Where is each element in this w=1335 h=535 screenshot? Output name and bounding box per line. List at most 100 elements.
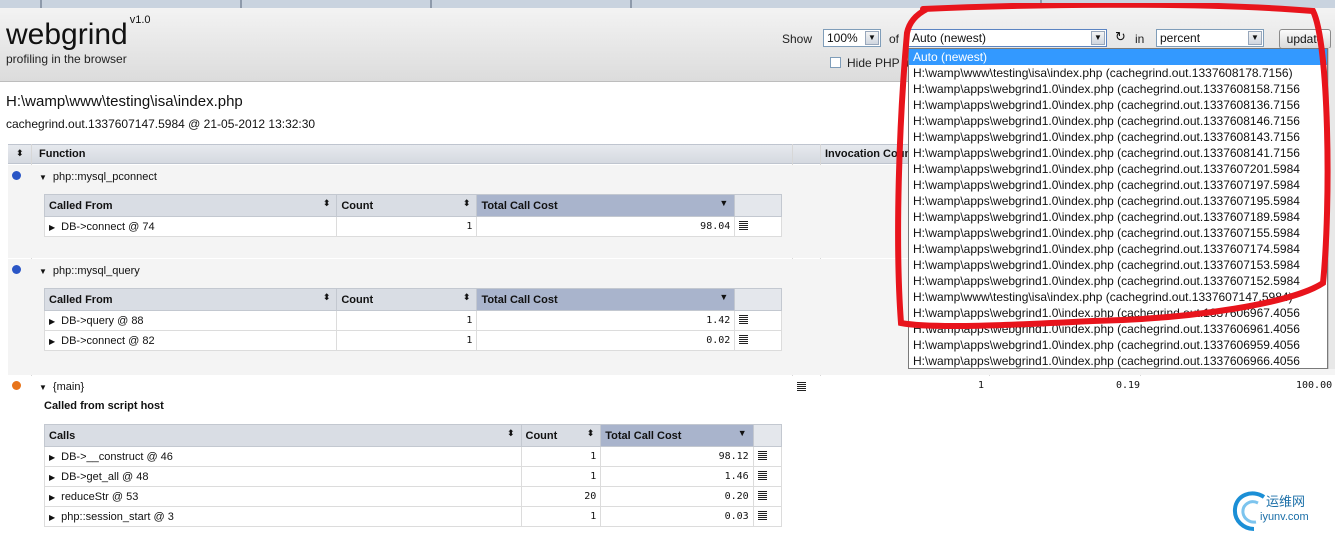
dropdown-option[interactable]: H:\wamp\apps\webgrind1.0\index.php (cach… — [909, 305, 1327, 321]
called-from-header[interactable]: Called From ⬍ — [43, 288, 338, 311]
caller-cell[interactable]: ▶ DB->query @ 88 — [43, 310, 338, 331]
calls-table: Calls ⬍ Count ⬍ Total Call Cost ▼ ▶ DB->__co… — [44, 424, 783, 527]
header-spacer — [734, 288, 782, 311]
dropdown-option[interactable]: H:\wamp\apps\webgrind1.0\index.php (cach… — [909, 337, 1327, 353]
table-row[interactable]: ▶ DB->__construct @ 46 1 98.12 — [44, 446, 783, 467]
expand-arrow-icon: ▶ — [49, 222, 56, 232]
table-row[interactable]: ▶ DB->get_all @ 48 1 1.46 — [44, 466, 783, 487]
table-row[interactable]: ▶ DB->connect @ 82 1 0.02 — [43, 330, 782, 351]
dropdown-option[interactable]: Auto (newest) — [909, 49, 1327, 65]
view-source-icon — [757, 450, 767, 460]
dropdown-option[interactable]: H:\wamp\apps\webgrind1.0\index.php (cach… — [909, 273, 1327, 289]
view-source-cell[interactable] — [734, 310, 782, 331]
dropdown-option[interactable]: H:\wamp\apps\webgrind1.0\index.php (cach… — [909, 81, 1327, 97]
view-source-icon — [757, 510, 767, 520]
count-header[interactable]: Count ⬍ — [336, 194, 478, 217]
caller-cell[interactable]: ▶ DB->connect @ 82 — [43, 330, 338, 351]
self-cost-value: 0.19 — [1116, 380, 1141, 391]
update-button[interactable]: update — [1279, 29, 1331, 49]
refresh-icon[interactable]: ↻ — [1115, 29, 1126, 45]
function-name[interactable]: ▼ php::mysql_pconnect — [39, 171, 157, 183]
count-header[interactable]: Count ⬍ — [520, 424, 602, 447]
dropdown-option[interactable]: H:\wamp\apps\webgrind1.0\index.php (cach… — [909, 209, 1327, 225]
dropdown-option[interactable]: H:\wamp\apps\webgrind1.0\index.php (cach… — [909, 113, 1327, 129]
callee-cell[interactable]: ▶ DB->__construct @ 46 — [44, 446, 522, 467]
view-source-cell[interactable] — [752, 506, 783, 527]
total-call-cost-header[interactable]: Total Call Cost ▼ — [476, 288, 736, 311]
count-cell: 1 — [520, 466, 602, 487]
view-source-icon[interactable] — [797, 382, 806, 391]
function-column-header[interactable]: Function — [39, 148, 85, 160]
total-call-cost-header[interactable]: Total Call Cost ▼ — [600, 424, 754, 447]
file-path: H:\wamp\www\testing\isa\index.php — [6, 93, 243, 110]
callee-cell[interactable]: ▶ php::session_start @ 3 — [44, 506, 522, 527]
tab-divider — [630, 0, 632, 8]
count-cell: 1 — [520, 506, 602, 527]
count-header[interactable]: Count ⬍ — [336, 288, 478, 311]
version-label: v1.0 — [129, 14, 151, 26]
unit-select[interactable]: percent ▼ — [1156, 29, 1264, 47]
invocation-count-column-header[interactable]: Invocation Count — [825, 148, 915, 160]
callee-cell[interactable]: ▶ reduceStr @ 53 — [44, 486, 522, 507]
cost-cell: 98.04 — [476, 216, 736, 237]
function-row[interactable]: ▼ {main} 1 0.19 100.00 Called from script… — [8, 376, 1335, 535]
cost-cell: 1.42 — [476, 310, 736, 331]
invocation-count-value: 1 — [978, 380, 985, 391]
chevron-down-icon: ▼ — [865, 31, 879, 45]
table-row[interactable]: ▶ php::session_start @ 3 1 0.03 — [44, 506, 783, 527]
total-call-cost-header[interactable]: Total Call Cost ▼ — [476, 194, 736, 217]
view-source-icon — [739, 334, 749, 344]
view-source-cell[interactable] — [752, 466, 783, 487]
show-select[interactable]: 100% ▼ — [823, 29, 881, 47]
callee-cell[interactable]: ▶ DB->get_all @ 48 — [44, 466, 522, 487]
sort-icon[interactable]: ⬍ — [16, 148, 24, 159]
expand-arrow-icon: ▶ — [49, 336, 56, 346]
count-cell: 1 — [520, 446, 602, 467]
view-source-cell[interactable] — [734, 330, 782, 351]
dropdown-option[interactable]: H:\wamp\apps\webgrind1.0\index.php (cach… — [909, 161, 1327, 177]
dropdown-option[interactable]: H:\wamp\apps\webgrind1.0\index.php (cach… — [909, 177, 1327, 193]
dropdown-option[interactable]: H:\wamp\www\testing\isa\index.php (cache… — [909, 65, 1327, 81]
dropdown-option[interactable]: H:\wamp\apps\webgrind1.0\index.php (cach… — [909, 257, 1327, 273]
dropdown-option[interactable]: H:\wamp\apps\webgrind1.0\index.php (cach… — [909, 97, 1327, 113]
caller-cell[interactable]: ▶ DB->connect @ 74 — [43, 216, 338, 237]
dropdown-option[interactable]: H:\wamp\apps\webgrind1.0\index.php (cach… — [909, 225, 1327, 241]
cost-cell: 0.20 — [600, 486, 754, 507]
sort-desc-icon: ▼ — [719, 198, 729, 208]
view-source-cell[interactable] — [752, 446, 783, 467]
file-select[interactable]: Auto (newest) ▼ — [908, 29, 1107, 47]
sort-icon: ⬍ — [506, 428, 515, 438]
cost-cell: 0.02 — [476, 330, 736, 351]
called-from-header[interactable]: Called From ⬍ — [43, 194, 338, 217]
view-source-cell[interactable] — [734, 216, 782, 237]
hide-php-checkbox[interactable] — [830, 57, 841, 68]
view-source-icon — [757, 470, 767, 480]
table-row[interactable]: ▶ DB->query @ 88 1 1.42 — [43, 310, 782, 331]
dropdown-option[interactable]: H:\wamp\apps\webgrind1.0\index.php (cach… — [909, 321, 1327, 337]
tab-divider — [1040, 0, 1042, 8]
sort-icon: ⬍ — [586, 428, 595, 438]
dropdown-option[interactable]: H:\wamp\apps\webgrind1.0\index.php (cach… — [909, 193, 1327, 209]
calls-header[interactable]: Calls ⬍ — [44, 424, 522, 447]
function-name[interactable]: ▼ php::mysql_query — [39, 265, 140, 277]
table-row[interactable]: ▶ reduceStr @ 53 20 0.20 — [44, 486, 783, 507]
file-dropdown-list[interactable]: Auto (newest) H:\wamp\www\testing\isa\in… — [908, 48, 1328, 369]
count-cell: 20 — [520, 486, 602, 507]
dropdown-option[interactable]: H:\wamp\apps\webgrind1.0\index.php (cach… — [909, 145, 1327, 161]
show-label: Show — [782, 32, 813, 46]
dropdown-option[interactable]: H:\wamp\apps\webgrind1.0\index.php (cach… — [909, 241, 1327, 257]
blue-dot-icon — [12, 265, 21, 274]
table-row[interactable]: ▶ DB->connect @ 74 1 98.04 — [43, 216, 782, 237]
dropdown-option[interactable]: H:\wamp\www\testing\isa\index.php (cache… — [909, 289, 1327, 305]
function-name[interactable]: ▼ {main} — [39, 381, 84, 393]
count-cell: 1 — [336, 216, 478, 237]
dropdown-option[interactable]: H:\wamp\apps\webgrind1.0\index.php (cach… — [909, 129, 1327, 145]
cost-cell: 0.03 — [600, 506, 754, 527]
tab-divider — [430, 0, 432, 8]
view-source-cell[interactable] — [752, 486, 783, 507]
called-from-table: Called From ⬍ Count ⬍ Total Call Cost ▼ ▶ DB… — [43, 194, 782, 237]
expand-arrow-icon: ▶ — [49, 512, 56, 522]
dropdown-option[interactable]: H:\wamp\apps\webgrind1.0\index.php (cach… — [909, 353, 1327, 368]
dropdown-scrollbar[interactable] — [1328, 48, 1335, 369]
sort-desc-icon: ▼ — [737, 428, 747, 438]
